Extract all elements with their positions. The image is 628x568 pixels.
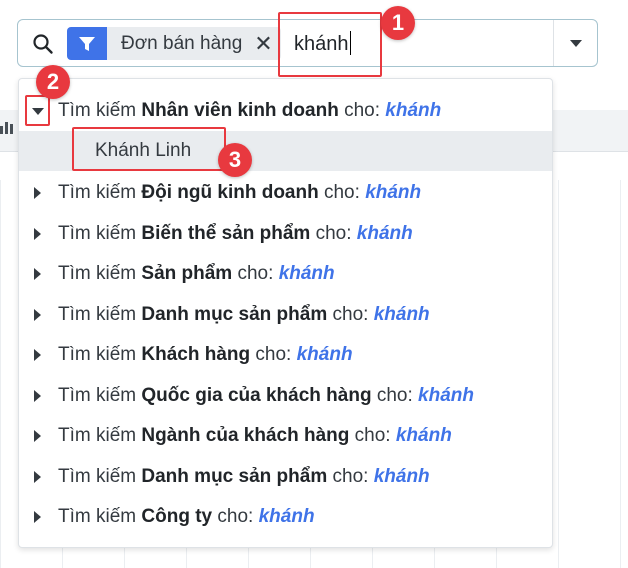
caret-right-icon[interactable] — [34, 430, 41, 442]
option-field: Khách hàng — [141, 344, 251, 365]
option-prefix: Tìm kiếm — [58, 465, 137, 487]
option-prefix: Tìm kiếm — [58, 182, 137, 203]
search-option-expanded[interactable]: Tìm kiếm Nhân viên kinh doanh cho: khánh — [19, 91, 552, 131]
caret-right-icon[interactable] — [34, 227, 41, 240]
search-option[interactable]: Tìm kiếm Danh mục sản phẩm cho: khánh — [19, 295, 552, 335]
caret-down-icon — [569, 39, 582, 47]
annotation-badge: 1 — [381, 6, 415, 40]
option-mid: cho: — [344, 100, 380, 121]
option-prefix: Tìm kiếm — [58, 425, 137, 446]
option-mid: cho: — [315, 222, 352, 244]
option-field: Quốc gia của khách hàng — [141, 384, 372, 406]
option-mid: cho: — [255, 344, 292, 365]
facet-remove-button[interactable]: ✕ — [252, 27, 281, 60]
option-field: Nhân viên kinh doanh — [141, 100, 339, 121]
annotation-badge: 2 — [36, 65, 70, 99]
option-term: khánh — [296, 344, 353, 365]
annotation-box-expand-arrow — [25, 95, 50, 126]
option-mid: cho: — [237, 263, 274, 284]
option-mid: cho: — [332, 303, 369, 325]
caret-right-icon[interactable] — [34, 187, 41, 199]
search-option[interactable]: Tìm kiếm Đội ngũ kinh doanh cho: khánh — [19, 173, 552, 213]
search-option[interactable]: Tìm kiếm Biến thể sản phẩm cho: khánh — [19, 214, 552, 254]
caret-right-icon[interactable] — [34, 308, 41, 321]
option-field: Sản phẩm — [141, 263, 233, 284]
option-term: khánh — [258, 506, 315, 527]
caret-right-icon[interactable] — [34, 389, 41, 402]
option-term: khánh — [418, 384, 474, 406]
option-field: Biến thể sản phẩm — [141, 222, 311, 244]
option-mid: cho: — [332, 465, 369, 487]
search-facet: Đơn bán hàng ✕ — [67, 27, 281, 60]
search-options-toggle[interactable] — [553, 20, 597, 66]
caret-right-icon[interactable] — [34, 268, 41, 280]
option-term: khánh — [385, 100, 442, 121]
search-option[interactable]: Tìm kiếm Công ty cho: khánh — [19, 497, 552, 537]
option-field: Ngành của khách hàng — [141, 425, 350, 446]
annotation-box-result — [72, 127, 226, 171]
search-icon[interactable] — [32, 33, 54, 55]
option-prefix: Tìm kiếm — [58, 100, 137, 121]
option-prefix: Tìm kiếm — [58, 303, 137, 325]
caret-right-icon[interactable] — [34, 470, 41, 483]
search-option[interactable]: Tìm kiếm Quốc gia của khách hàng cho: kh… — [19, 376, 552, 416]
option-prefix: Tìm kiếm — [58, 222, 137, 244]
caret-right-icon[interactable] — [34, 511, 41, 523]
annotation-box-search-text — [278, 12, 382, 77]
option-field: Danh mục sản phẩm — [141, 465, 328, 487]
option-prefix: Tìm kiếm — [58, 263, 137, 284]
option-field: Danh mục sản phẩm — [141, 303, 328, 325]
search-option[interactable]: Tìm kiếm Khách hàng cho: khánh — [19, 335, 552, 375]
option-mid: cho: — [217, 506, 254, 527]
filter-icon — [67, 27, 107, 60]
option-term: khánh — [365, 182, 422, 203]
option-term: khánh — [373, 465, 430, 487]
option-term: khánh — [356, 222, 413, 244]
option-field: Đội ngũ kinh doanh — [141, 182, 319, 203]
option-term: khánh — [395, 425, 452, 446]
option-prefix: Tìm kiếm — [58, 506, 137, 527]
search-option[interactable]: Tìm kiếm Danh mục sản phẩm cho: khánh — [19, 457, 552, 497]
bar-chart-icon — [0, 118, 14, 134]
annotation-badge: 3 — [218, 143, 252, 177]
option-term: khánh — [278, 263, 335, 284]
search-option[interactable]: Tìm kiếm Sản phẩm cho: khánh — [19, 254, 552, 294]
facet-label: Đơn bán hàng — [107, 27, 253, 60]
option-prefix: Tìm kiếm — [58, 344, 137, 365]
option-mid: cho: — [323, 182, 360, 203]
option-term: khánh — [373, 303, 430, 325]
search-option[interactable]: Tìm kiếm Ngành của khách hàng cho: khánh — [19, 416, 552, 456]
option-prefix: Tìm kiếm — [58, 384, 137, 406]
option-mid: cho: — [376, 384, 413, 406]
option-field: Công ty — [141, 506, 213, 527]
option-mid: cho: — [354, 425, 391, 446]
caret-right-icon[interactable] — [34, 349, 41, 361]
